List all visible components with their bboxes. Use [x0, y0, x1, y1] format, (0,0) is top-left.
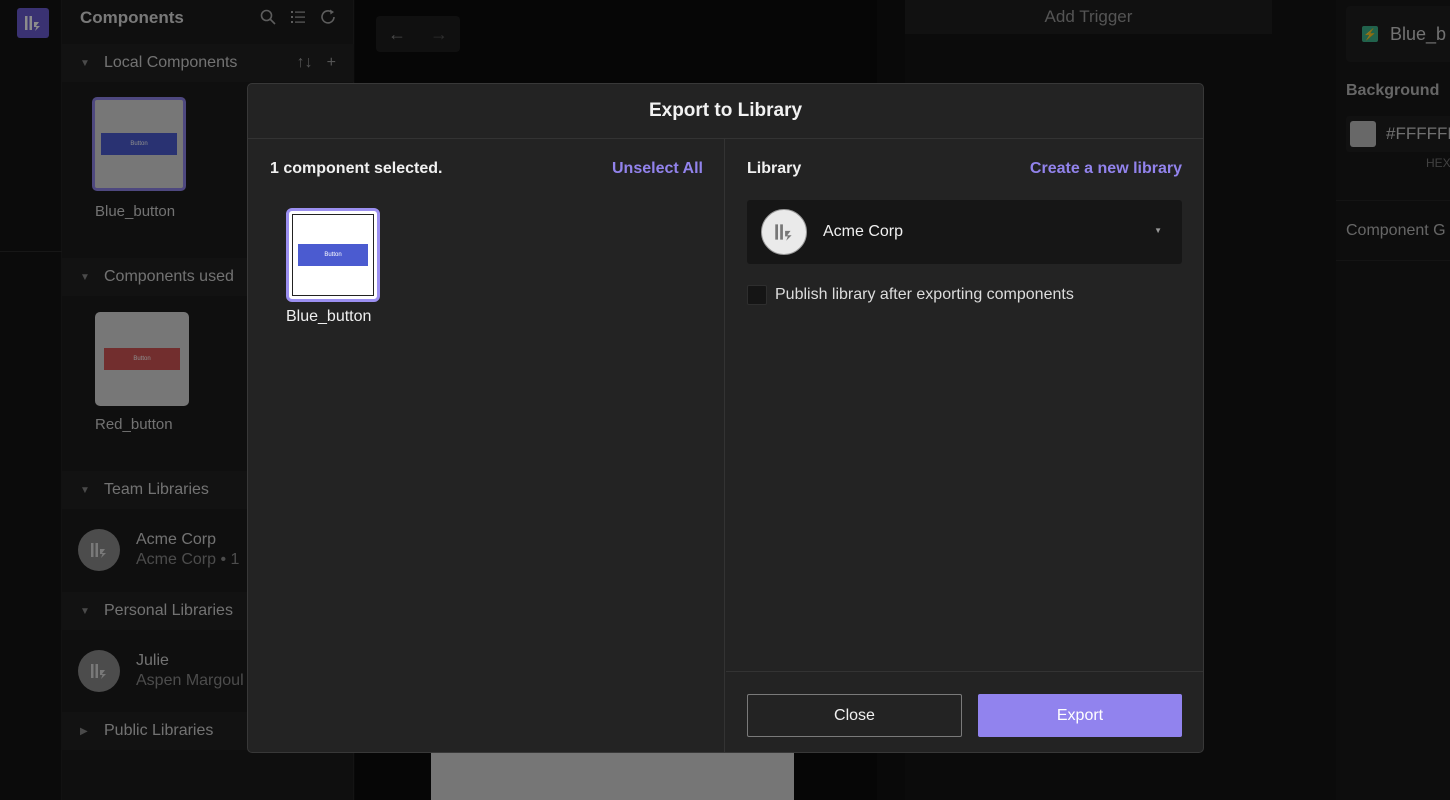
export-to-library-dialog: Export to Library 1 component selected. … — [247, 83, 1204, 753]
selected-components-pane: 1 component selected. Unselect All Butto… — [248, 139, 725, 752]
unselect-all-link[interactable]: Unselect All — [612, 160, 703, 178]
library-select[interactable]: Acme Corp ▼ — [747, 200, 1182, 264]
library-avatar-icon — [761, 209, 807, 255]
library-pane: Library Create a new library Acme Corp ▼… — [726, 139, 1203, 752]
selected-library-name: Acme Corp — [823, 223, 904, 240]
selected-count-text: 1 component selected. — [270, 160, 443, 177]
create-library-link[interactable]: Create a new library — [1030, 160, 1182, 178]
library-label: Library — [747, 160, 802, 177]
footer-divider — [726, 671, 1203, 672]
selected-component-label: Blue_button — [286, 308, 372, 325]
thumbnail-frame — [292, 214, 374, 296]
publish-checkbox-row[interactable]: Publish library after exporting componen… — [747, 285, 1074, 305]
selected-component-thumbnail[interactable]: Button — [286, 208, 380, 302]
publish-label: Publish library after exporting componen… — [775, 286, 1074, 303]
dropdown-caret-icon: ▼ — [1154, 226, 1162, 235]
dialog-title: Export to Library — [248, 84, 1203, 139]
close-button[interactable]: Close — [747, 694, 962, 737]
publish-checkbox[interactable] — [747, 285, 767, 305]
export-button[interactable]: Export — [978, 694, 1182, 737]
